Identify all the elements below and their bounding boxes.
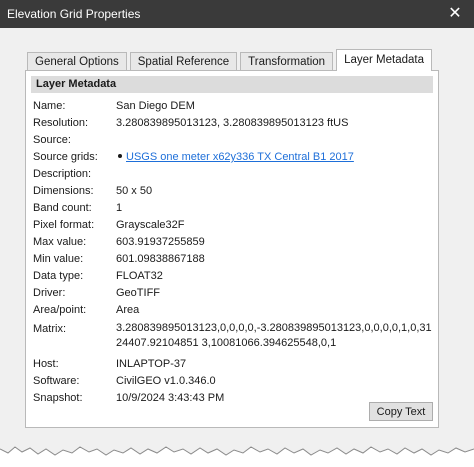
copy-text-button[interactable]: Copy Text: [369, 402, 433, 421]
metadata-row-source: Source:: [33, 132, 433, 148]
field-label: Max value:: [33, 236, 87, 248]
field-value: GeoTIFF: [116, 287, 161, 299]
field-value: CivilGEO v1.0.346.0: [116, 375, 216, 387]
field-value: FLOAT32: [116, 270, 163, 282]
metadata-row-pixel-format: Pixel format: Grayscale32F: [33, 217, 433, 233]
tab-strip: General Options Spatial Reference Transf…: [27, 49, 432, 71]
tab-general-options[interactable]: General Options: [27, 52, 127, 71]
field-label: Name:: [33, 100, 66, 112]
field-value: 603.91937255859: [116, 236, 205, 248]
field-value: Grayscale32F: [116, 219, 185, 231]
source-grid-link[interactable]: USGS one meter x62y336 TX Central B1 201…: [126, 151, 354, 163]
bullet-icon: [118, 154, 122, 159]
metadata-row-resolution: Resolution: 3.280839895013123, 3.2808398…: [33, 115, 433, 131]
metadata-row-min-value: Min value: 601.09838867188: [33, 251, 433, 267]
metadata-row-band-count: Band count: 1: [33, 200, 433, 216]
title-bar: Elevation Grid Properties ✕: [0, 0, 474, 28]
field-value: USGS one meter x62y336 TX Central B1 201…: [116, 149, 354, 165]
field-label: Driver:: [33, 287, 66, 299]
field-value: Area: [116, 304, 140, 316]
field-label: Host:: [33, 358, 59, 370]
field-label: Dimensions:: [33, 185, 94, 197]
torn-edge: [0, 446, 474, 467]
field-value: 3.280839895013123,0,0,0,0,-3.28083989501…: [116, 322, 432, 349]
field-value: INLAPTOP-37: [116, 358, 187, 370]
tab-transformation[interactable]: Transformation: [240, 52, 334, 71]
window-title: Elevation Grid Properties: [7, 7, 141, 21]
section-header: Layer Metadata: [31, 76, 433, 93]
metadata-row-dimensions: Dimensions: 50 x 50: [33, 183, 433, 199]
metadata-row-description: Description:: [33, 166, 433, 182]
metadata-row-source-grids: Source grids: USGS one meter x62y336 TX …: [33, 149, 433, 165]
metadata-row-max-value: Max value: 603.91937255859: [33, 234, 433, 250]
field-label: Source grids:: [33, 151, 98, 163]
close-icon[interactable]: ✕: [445, 4, 465, 24]
field-label: Area/point:: [33, 304, 87, 316]
metadata-row-driver: Driver: GeoTIFF: [33, 285, 433, 301]
field-label: Data type:: [33, 270, 84, 282]
field-value: 50 x 50: [116, 185, 153, 197]
metadata-row-host: Host: INLAPTOP-37: [33, 356, 433, 372]
field-label: Pixel format:: [33, 219, 95, 231]
tab-spatial-reference[interactable]: Spatial Reference: [129, 52, 238, 71]
metadata-row-software: Software: CivilGEO v1.0.346.0: [33, 373, 433, 389]
tab-layer-metadata[interactable]: Layer Metadata: [336, 49, 432, 71]
field-label: Snapshot:: [33, 392, 83, 404]
metadata-row-area-point: Area/point: Area: [33, 302, 433, 318]
field-label: Band count:: [33, 202, 92, 214]
field-value: 601.09838867188: [116, 253, 205, 265]
field-value: 1: [116, 202, 123, 214]
field-value: 3.280839895013123, 3.280839895013123 ftU…: [116, 117, 349, 129]
field-value: San Diego DEM: [116, 100, 195, 112]
field-label: Min value:: [33, 253, 84, 265]
field-value: 10/9/2024 3:43:43 PM: [116, 392, 225, 404]
metadata-row-matrix: Matrix: 3.280839895013123,0,0,0,0,-3.280…: [33, 321, 433, 353]
metadata-row-data-type: Data type: FLOAT32: [33, 268, 433, 284]
field-label: Software:: [33, 375, 80, 387]
dialog-body: General Options Spatial Reference Transf…: [0, 28, 474, 467]
field-label: Description:: [33, 168, 92, 180]
field-label: Source:: [33, 134, 71, 146]
field-label: Resolution:: [33, 117, 89, 129]
metadata-row-name: Name: San Diego DEM: [33, 98, 433, 114]
field-label: Matrix:: [33, 323, 66, 335]
layer-metadata-panel: Layer Metadata Name: San Diego DEM Resol…: [25, 70, 439, 428]
